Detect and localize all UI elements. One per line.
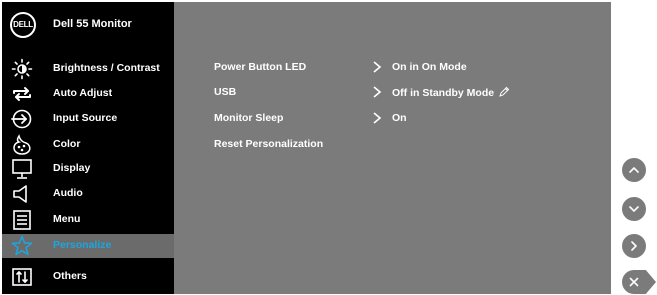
monitor-title: Dell 55 Monitor bbox=[53, 18, 132, 30]
setting-label: Monitor Sleep bbox=[214, 112, 284, 124]
setting-monitor-sleep[interactable]: Monitor Sleep On bbox=[174, 110, 611, 128]
header: DELL Dell 55 Monitor bbox=[2, 2, 174, 48]
pencil-icon bbox=[499, 86, 510, 97]
chevron-right-icon bbox=[373, 112, 382, 124]
right-icon bbox=[631, 241, 637, 251]
menu-item-label: Others bbox=[53, 270, 87, 282]
setting-usb[interactable]: USB Off in Standby Mode bbox=[174, 84, 611, 102]
setting-value: On in On Mode bbox=[392, 61, 467, 73]
menu-item-label: Display bbox=[53, 162, 91, 174]
setting-power-button-led[interactable]: Power Button LED On in On Mode bbox=[174, 59, 611, 77]
audio-icon bbox=[13, 185, 27, 203]
menu-item-label: Auto Adjust bbox=[53, 87, 113, 99]
setting-value: On bbox=[392, 112, 407, 124]
menu-item-label: Brightness / Contrast bbox=[53, 62, 160, 74]
others-icon bbox=[12, 268, 32, 286]
menu-item-personalize[interactable]: Personalize bbox=[2, 234, 174, 258]
dell-logo: DELL bbox=[10, 12, 36, 38]
setting-value-wrap: Off in Standby Mode bbox=[392, 86, 510, 99]
display-icon bbox=[12, 159, 32, 179]
menu-item-label: Color bbox=[53, 138, 81, 150]
up-button[interactable] bbox=[622, 158, 646, 182]
settings-panel: Power Button LED On in On Mode USB Off i… bbox=[174, 2, 611, 294]
menu-item-display[interactable]: Display bbox=[2, 157, 174, 180]
menu-item-audio[interactable]: Audio bbox=[2, 182, 174, 205]
star-icon bbox=[11, 235, 33, 256]
setting-label: Reset Personalization bbox=[214, 138, 324, 150]
menu-item-label: Menu bbox=[53, 213, 81, 225]
menu-item-others[interactable]: Others bbox=[2, 265, 174, 288]
chevron-right-icon bbox=[373, 86, 382, 98]
down-button[interactable] bbox=[622, 197, 646, 221]
up-icon bbox=[629, 167, 639, 173]
menu-item-menu[interactable]: Menu bbox=[2, 208, 174, 231]
setting-label: USB bbox=[214, 86, 237, 98]
setting-value: Off in Standby Mode bbox=[392, 87, 495, 99]
menu-item-label: Audio bbox=[53, 187, 83, 199]
chevron-right-icon bbox=[373, 61, 382, 73]
color-icon bbox=[13, 134, 31, 155]
osd-window: DELL Dell 55 Monitor Brightness / Contra… bbox=[2, 2, 611, 294]
menu-item-auto-adjust[interactable]: Auto Adjust bbox=[2, 82, 174, 105]
down-icon bbox=[629, 206, 639, 212]
input-source-icon bbox=[11, 109, 32, 129]
exit-icon bbox=[629, 277, 639, 287]
brightness-icon bbox=[11, 58, 33, 80]
menu-item-color[interactable]: Color bbox=[2, 133, 174, 156]
menu-item-label: Input Source bbox=[53, 112, 118, 124]
menu-item-label: Personalize bbox=[53, 239, 112, 251]
menu-icon bbox=[13, 210, 31, 230]
right-button[interactable] bbox=[622, 234, 646, 258]
auto-adjust-icon bbox=[13, 87, 31, 101]
left-menu-panel: DELL Dell 55 Monitor Brightness / Contra… bbox=[2, 2, 174, 294]
menu-item-brightness-contrast[interactable]: Brightness / Contrast bbox=[2, 57, 174, 80]
setting-reset-personalization[interactable]: Reset Personalization bbox=[174, 136, 611, 154]
setting-label: Power Button LED bbox=[214, 61, 307, 73]
exit-button[interactable] bbox=[622, 270, 656, 294]
menu-item-input-source[interactable]: Input Source bbox=[2, 107, 174, 130]
